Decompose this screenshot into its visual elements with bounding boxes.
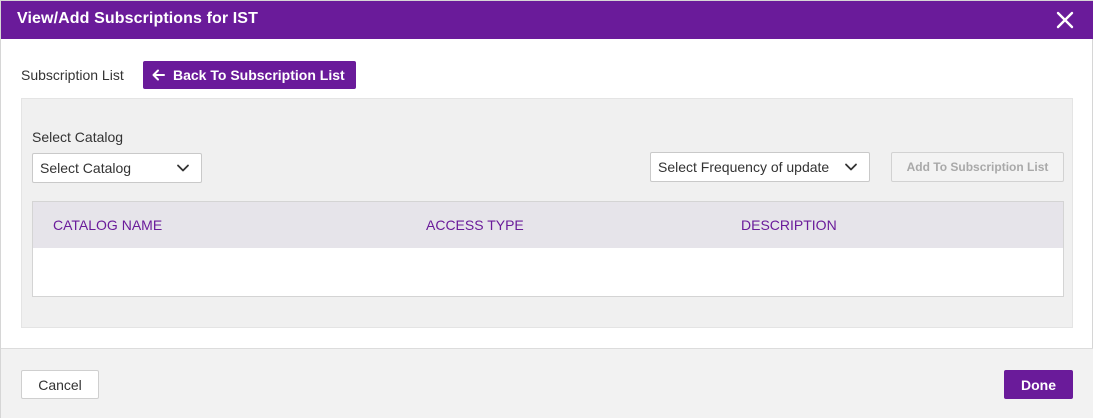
select-catalog-label: Select Catalog (32, 129, 124, 145)
back-button-label: Back To Subscription List (173, 67, 345, 83)
catalog-select[interactable]: Select Catalog (32, 153, 202, 183)
catalog-table: CATALOG NAME ACCESS TYPE DESCRIPTION (32, 201, 1064, 297)
column-header-description[interactable]: DESCRIPTION (741, 217, 837, 233)
cancel-button[interactable]: Cancel (21, 370, 99, 399)
add-to-subscription-list-button[interactable]: Add To Subscription List (891, 152, 1064, 182)
subscription-form-panel: Select Catalog Select Catalog Select Fre… (21, 98, 1073, 328)
dialog-title: View/Add Subscriptions for IST (17, 10, 258, 27)
subscriptions-dialog: View/Add Subscriptions for IST Subscript… (0, 0, 1093, 418)
frequency-select-value: Select Frequency of update (658, 159, 830, 175)
column-header-catalog-name[interactable]: CATALOG NAME (53, 217, 162, 233)
back-to-subscription-list-button[interactable]: Back To Subscription List (143, 61, 356, 89)
chevron-down-icon (845, 163, 857, 171)
dialog-header: View/Add Subscriptions for IST (1, 1, 1093, 39)
column-header-access-type[interactable]: ACCESS TYPE (426, 217, 524, 233)
chevron-down-icon (177, 164, 189, 172)
arrow-left-icon (152, 69, 165, 81)
catalog-select-value: Select Catalog (40, 160, 132, 176)
subscription-list-label: Subscription List (21, 67, 124, 83)
dialog-footer: Cancel Done (1, 348, 1093, 418)
close-icon[interactable] (1054, 9, 1076, 31)
table-header: CATALOG NAME ACCESS TYPE DESCRIPTION (33, 202, 1063, 248)
frequency-select[interactable]: Select Frequency of update (650, 152, 870, 182)
done-button[interactable]: Done (1004, 370, 1073, 399)
